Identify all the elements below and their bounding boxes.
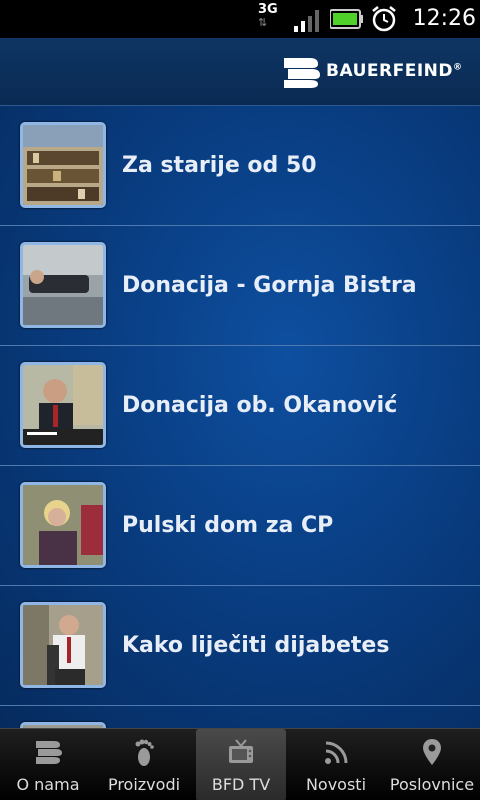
tab-label: BFD TV	[211, 775, 271, 794]
list-item[interactable]: Pulski dom za CP	[0, 466, 480, 586]
clock: 12:26	[412, 6, 476, 31]
video-title: Donacija ob. Okanović	[122, 393, 398, 418]
video-list: Za starije od 50 Donacija - Gornja Bistr…	[0, 106, 480, 728]
brand-name: BAUERFEIND®	[326, 61, 463, 81]
network-type: 3G	[258, 2, 278, 17]
tab-proizvodi[interactable]: Proizvodi	[96, 729, 192, 800]
video-thumbnail	[20, 362, 106, 448]
video-title: Za starije od 50	[122, 153, 317, 178]
network-3g-icon: 3G ⇅	[258, 3, 282, 35]
tab-novosti[interactable]: Novosti	[288, 729, 384, 800]
tab-label: Proizvodi	[107, 775, 181, 794]
list-item[interactable]: Kako liječiti dijabetes	[0, 586, 480, 706]
tab-label: O nama	[16, 775, 80, 794]
status-bar: 3G ⇅ 12:26	[0, 0, 480, 38]
alarm-clock-icon	[372, 6, 396, 32]
tab-poslovnice[interactable]: Poslovnice	[384, 729, 480, 800]
data-arrows-icon: ⇅	[258, 16, 268, 29]
tab-label: Novosti	[305, 775, 367, 794]
brand-text: BAUERFEIND	[326, 61, 453, 81]
video-title: Donacija - Gornja Bistra	[122, 273, 417, 298]
bottom-tab-bar: O nama Proizvodi BFD TV Novosti Poslovni…	[0, 728, 480, 800]
battery-icon	[330, 9, 363, 29]
bauerfeind-icon	[36, 741, 62, 764]
list-item[interactable]: Donacija - Gornja Bistra	[0, 226, 480, 346]
rss-icon	[325, 741, 348, 764]
tab-bfd-tv[interactable]: BFD TV	[196, 729, 286, 800]
signal-strength-icon	[294, 10, 319, 32]
bauerfeind-logo: BAUERFEIND®	[282, 54, 472, 90]
bauerfeind-logo-icon	[284, 58, 320, 88]
video-title: Pulski dom za CP	[122, 513, 334, 538]
video-thumbnail	[20, 242, 106, 328]
video-title: Kako liječiti dijabetes	[122, 633, 390, 658]
tab-label: Poslovnice	[389, 775, 475, 794]
list-item[interactable]: Za starije od 50	[0, 106, 480, 226]
video-thumbnail	[20, 122, 106, 208]
footprint-icon	[135, 739, 154, 766]
list-item[interactable]: Donacija ob. Okanović	[0, 346, 480, 466]
registered-mark: ®	[453, 62, 463, 73]
video-thumbnail	[20, 482, 106, 568]
list-item-partial[interactable]	[0, 706, 480, 728]
location-pin-icon	[423, 739, 441, 765]
tv-icon	[229, 739, 253, 763]
video-thumbnail	[20, 602, 106, 688]
app-header: BAUERFEIND®	[0, 38, 480, 106]
tab-o-nama[interactable]: O nama	[0, 729, 96, 800]
